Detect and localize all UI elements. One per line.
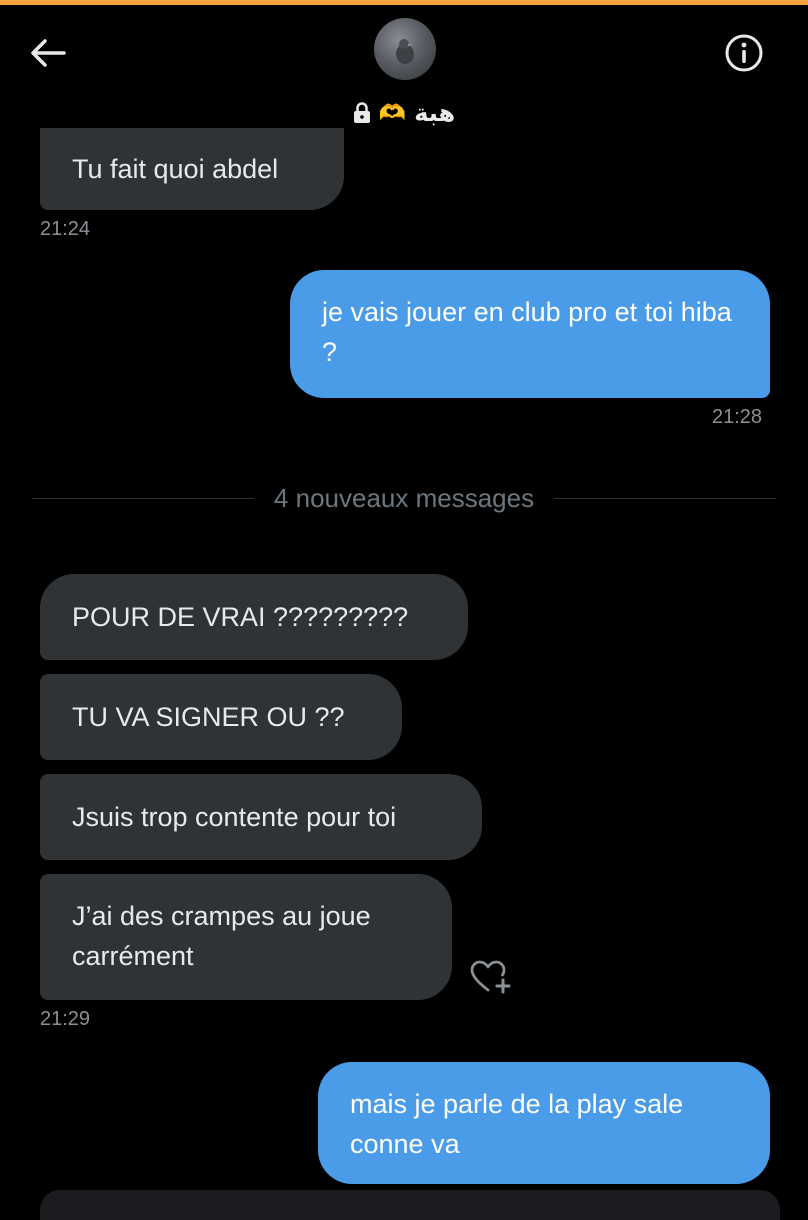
message-bubble-incoming[interactable]: J’ai des crampes au joue carrément bbox=[40, 874, 452, 1000]
message-bubble-outgoing[interactable]: mais je parle de la play sale conne va bbox=[318, 1062, 770, 1184]
message-text: J’ai des crampes au joue carrément bbox=[72, 901, 371, 971]
message-bubble-incoming[interactable]: POUR DE VRAI ????????? bbox=[40, 574, 468, 660]
react-button[interactable] bbox=[470, 960, 514, 996]
arrow-left-icon bbox=[31, 39, 66, 67]
message-timestamp: 21:29 bbox=[40, 1008, 91, 1030]
avatar[interactable] bbox=[374, 18, 436, 80]
profile-picture bbox=[396, 39, 414, 64]
message-text: POUR DE VRAI ????????? bbox=[72, 602, 409, 632]
message-bubble-incoming[interactable]: TU VA SIGNER OU ?? bbox=[40, 674, 402, 760]
divider-label: 4 nouveaux messages bbox=[273, 482, 535, 513]
conversation-header: 🫶 هبة bbox=[0, 5, 808, 145]
composer-edge bbox=[40, 1190, 780, 1220]
message-bubble-incoming[interactable]: Jsuis trop contente pour toi bbox=[40, 774, 482, 860]
message-text: Tu fait quoi abdel bbox=[72, 154, 279, 184]
message-text: TU VA SIGNER OU ?? bbox=[72, 702, 345, 732]
info-icon bbox=[725, 34, 763, 72]
info-button[interactable] bbox=[722, 31, 766, 75]
divider-line bbox=[32, 497, 254, 499]
message-text: mais je parle de la play sale conne va bbox=[350, 1089, 684, 1159]
new-messages-divider: 4 nouveaux messages bbox=[32, 478, 777, 518]
divider-line bbox=[554, 497, 777, 499]
heart-hands-emoji: 🫶 bbox=[378, 100, 407, 125]
message-bubble-incoming[interactable]: Tu fait quoi abdel bbox=[40, 128, 344, 210]
message-timestamp: 21:24 bbox=[40, 218, 91, 240]
message-text: je vais jouer en club pro et toi hiba ? bbox=[322, 297, 732, 367]
message-text: Jsuis trop contente pour toi bbox=[72, 802, 397, 832]
display-name: هبة bbox=[414, 99, 456, 127]
message-timestamp: 21:28 bbox=[712, 406, 763, 428]
lock-icon bbox=[353, 102, 370, 123]
heart-plus-icon bbox=[470, 960, 511, 994]
back-button[interactable] bbox=[28, 33, 68, 73]
conversation-title: 🫶 هبة bbox=[0, 95, 808, 131]
message-bubble-outgoing[interactable]: je vais jouer en club pro et toi hiba ? bbox=[290, 270, 770, 398]
